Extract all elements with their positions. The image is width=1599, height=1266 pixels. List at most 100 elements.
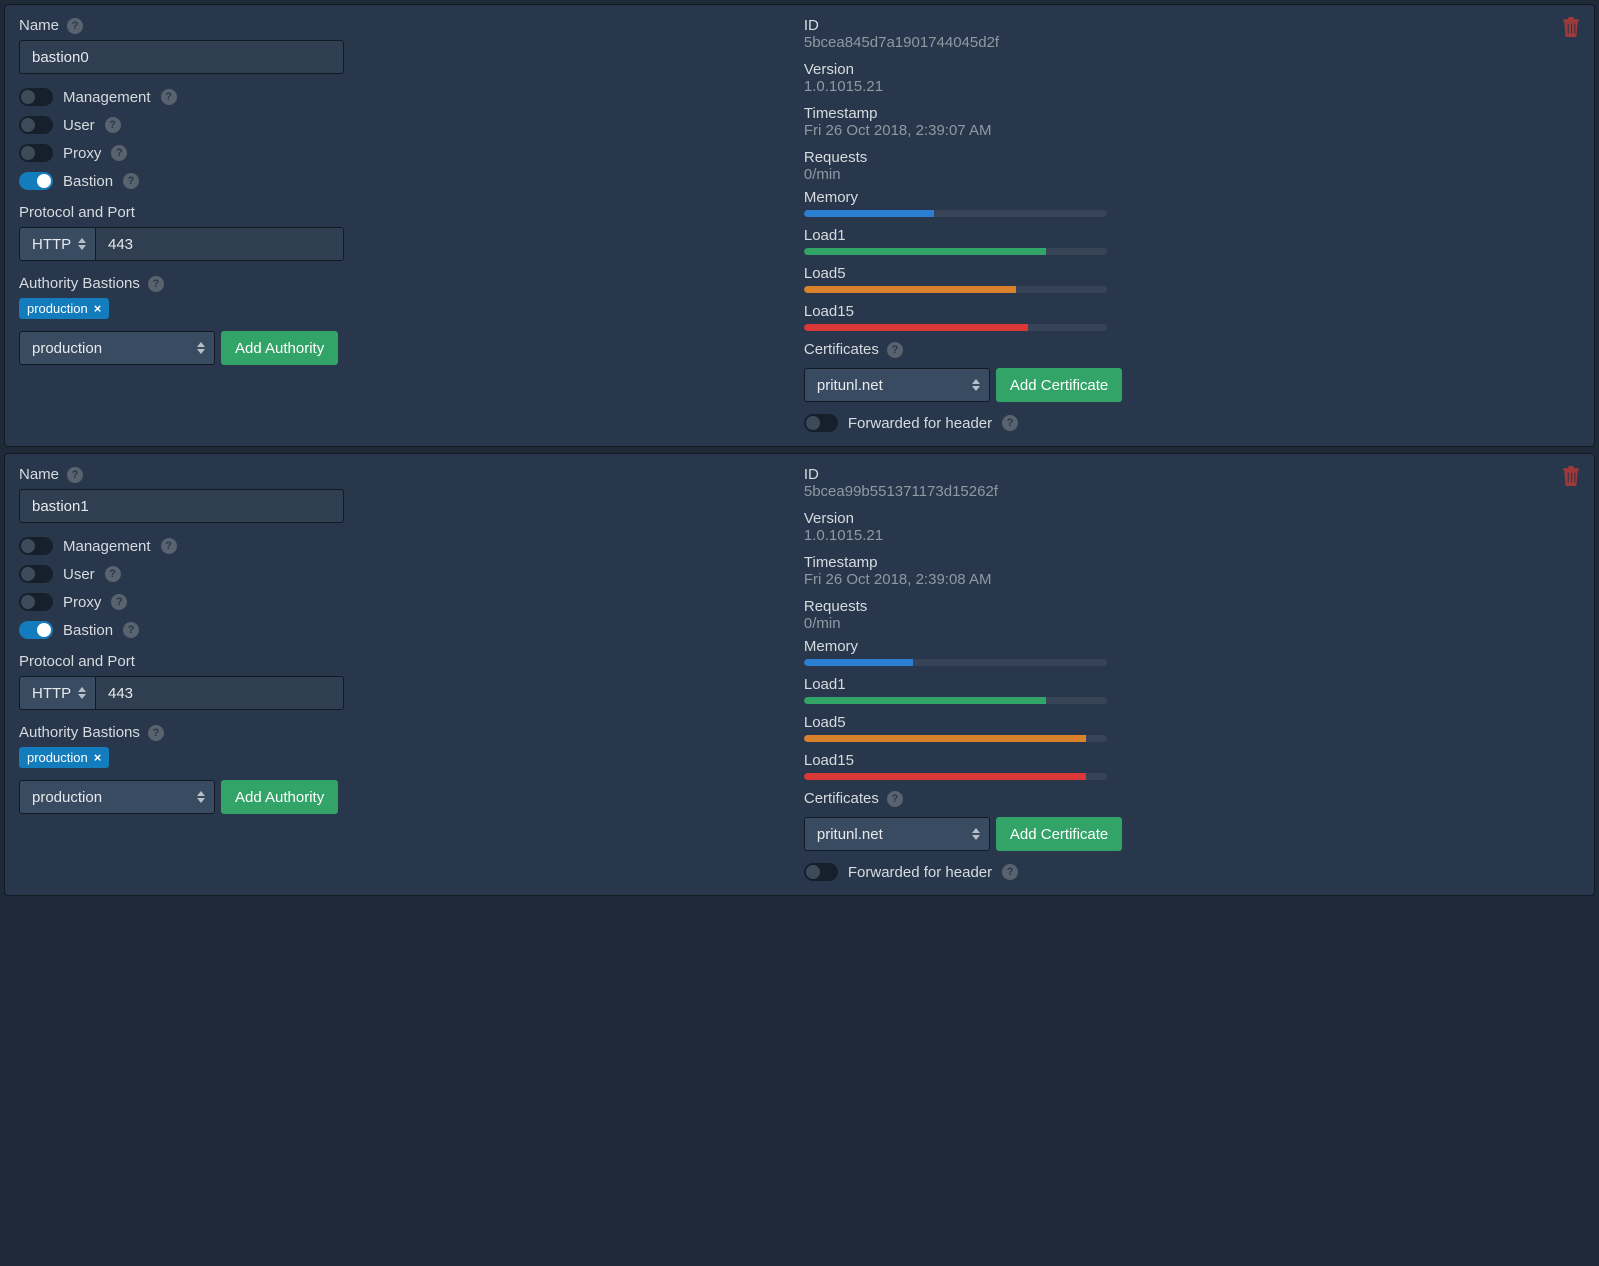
protocol-select-value: HTTP <box>32 685 71 702</box>
help-icon[interactable] <box>123 622 139 638</box>
node-panel: Name Management User Proxy Bastion <box>4 453 1595 896</box>
protocol-select-value: HTTP <box>32 236 71 253</box>
version-value: 1.0.1015.21 <box>804 527 1580 544</box>
management-label: Management <box>63 538 151 555</box>
bastion-toggle[interactable] <box>19 172 53 190</box>
id-label: ID <box>804 17 1580 34</box>
requests-label: Requests <box>804 598 1580 615</box>
select-arrows-icon <box>77 687 87 699</box>
forwarded-label: Forwarded for header <box>848 864 992 881</box>
help-icon[interactable] <box>148 725 164 741</box>
help-icon[interactable] <box>887 791 903 807</box>
authority-tag: production × <box>19 747 109 768</box>
forwarded-toggle[interactable] <box>804 414 838 432</box>
timestamp-value: Fri 26 Oct 2018, 2:39:08 AM <box>804 571 1580 588</box>
add-certificate-button[interactable]: Add Certificate <box>996 368 1122 402</box>
timestamp-label: Timestamp <box>804 554 1580 571</box>
authority-bastions-label: Authority Bastions <box>19 724 140 741</box>
help-icon[interactable] <box>105 117 121 133</box>
port-input[interactable] <box>95 676 344 710</box>
protocol-port-label: Protocol and Port <box>19 204 135 221</box>
name-input[interactable] <box>19 40 344 74</box>
user-label: User <box>63 117 95 134</box>
proxy-toggle[interactable] <box>19 144 53 162</box>
help-icon[interactable] <box>111 594 127 610</box>
load5-label: Load5 <box>804 265 1580 282</box>
proxy-label: Proxy <box>63 145 101 162</box>
load1-label: Load1 <box>804 676 1580 693</box>
forwarded-toggle[interactable] <box>804 863 838 881</box>
authority-select[interactable]: production <box>19 331 215 365</box>
user-toggle[interactable] <box>19 565 53 583</box>
help-icon[interactable] <box>67 467 83 483</box>
name-label: Name <box>19 17 59 34</box>
certificate-select-value: pritunl.net <box>817 377 883 394</box>
load5-bar <box>804 735 1107 742</box>
authority-select[interactable]: production <box>19 780 215 814</box>
help-icon[interactable] <box>887 342 903 358</box>
help-icon[interactable] <box>105 566 121 582</box>
memory-label: Memory <box>804 638 1580 655</box>
add-authority-button[interactable]: Add Authority <box>221 780 338 814</box>
requests-label: Requests <box>804 149 1580 166</box>
user-toggle[interactable] <box>19 116 53 134</box>
help-icon[interactable] <box>111 145 127 161</box>
management-toggle[interactable] <box>19 537 53 555</box>
load1-label: Load1 <box>804 227 1580 244</box>
proxy-label: Proxy <box>63 594 101 611</box>
authority-tag-text: production <box>27 750 88 765</box>
protocol-select[interactable]: HTTP <box>19 227 95 261</box>
version-label: Version <box>804 61 1580 78</box>
authority-tag: production × <box>19 298 109 319</box>
help-icon[interactable] <box>1002 864 1018 880</box>
authority-bastions-label: Authority Bastions <box>19 275 140 292</box>
management-label: Management <box>63 89 151 106</box>
requests-value: 0/min <box>804 166 1580 183</box>
bastion-toggle[interactable] <box>19 621 53 639</box>
name-input[interactable] <box>19 489 344 523</box>
add-authority-button[interactable]: Add Authority <box>221 331 338 365</box>
help-icon[interactable] <box>123 173 139 189</box>
load1-bar <box>804 697 1107 704</box>
management-toggle[interactable] <box>19 88 53 106</box>
authority-select-value: production <box>32 340 102 357</box>
help-icon[interactable] <box>161 538 177 554</box>
load15-label: Load15 <box>804 303 1580 320</box>
help-icon[interactable] <box>161 89 177 105</box>
certificate-select[interactable]: pritunl.net <box>804 817 990 851</box>
select-arrows-icon <box>971 828 981 840</box>
memory-bar <box>804 210 1107 217</box>
select-arrows-icon <box>196 791 206 803</box>
delete-node-button[interactable] <box>1562 466 1580 486</box>
name-label: Name <box>19 466 59 483</box>
remove-tag-icon[interactable]: × <box>94 301 102 316</box>
select-arrows-icon <box>196 342 206 354</box>
load15-label: Load15 <box>804 752 1580 769</box>
version-label: Version <box>804 510 1580 527</box>
protocol-port-label: Protocol and Port <box>19 653 135 670</box>
select-arrows-icon <box>971 379 981 391</box>
memory-bar <box>804 659 1107 666</box>
id-value: 5bcea845d7a1901744045d2f <box>804 34 1580 51</box>
protocol-select[interactable]: HTTP <box>19 676 95 710</box>
port-input[interactable] <box>95 227 344 261</box>
load1-bar <box>804 248 1107 255</box>
id-value: 5bcea99b551371173d15262f <box>804 483 1580 500</box>
version-value: 1.0.1015.21 <box>804 78 1580 95</box>
help-icon[interactable] <box>67 18 83 34</box>
remove-tag-icon[interactable]: × <box>94 750 102 765</box>
node-panel: Name Management User Proxy Bastion <box>4 4 1595 447</box>
add-certificate-button[interactable]: Add Certificate <box>996 817 1122 851</box>
delete-node-button[interactable] <box>1562 17 1580 37</box>
authority-tag-text: production <box>27 301 88 316</box>
help-icon[interactable] <box>148 276 164 292</box>
proxy-toggle[interactable] <box>19 593 53 611</box>
forwarded-label: Forwarded for header <box>848 415 992 432</box>
bastion-label: Bastion <box>63 173 113 190</box>
timestamp-value: Fri 26 Oct 2018, 2:39:07 AM <box>804 122 1580 139</box>
load15-bar <box>804 324 1107 331</box>
requests-value: 0/min <box>804 615 1580 632</box>
certificate-select[interactable]: pritunl.net <box>804 368 990 402</box>
user-label: User <box>63 566 95 583</box>
help-icon[interactable] <box>1002 415 1018 431</box>
